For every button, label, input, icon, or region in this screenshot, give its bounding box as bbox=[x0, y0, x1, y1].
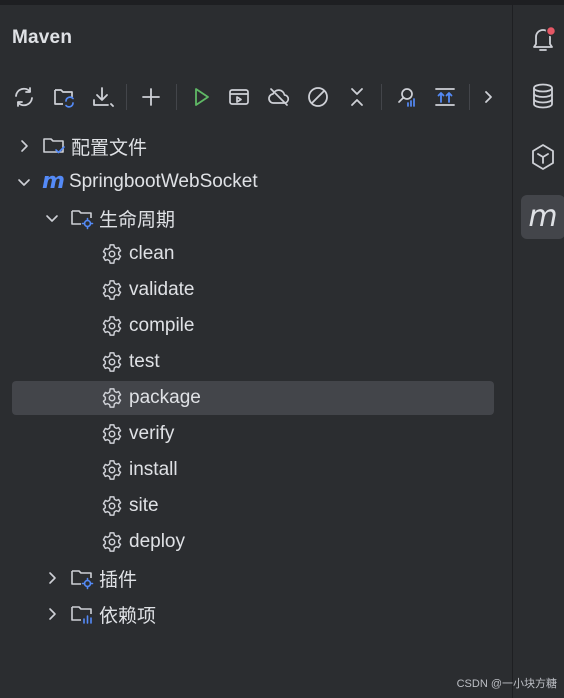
goal-item-verify[interactable]: verify bbox=[100, 417, 492, 451]
goal-label: test bbox=[129, 351, 160, 372]
gear-icon bbox=[100, 494, 124, 518]
gear-icon bbox=[100, 350, 124, 374]
collapse-icon[interactable] bbox=[341, 78, 373, 116]
skip-tests-icon[interactable] bbox=[302, 78, 334, 116]
show-deps-icon[interactable] bbox=[429, 78, 461, 116]
run-icon[interactable] bbox=[185, 78, 217, 116]
gear-icon bbox=[100, 530, 124, 554]
lifecycle-folder-icon bbox=[70, 206, 94, 230]
config-folder-icon bbox=[42, 134, 66, 158]
notifications-icon[interactable] bbox=[521, 17, 564, 61]
tree-node-config-files[interactable]: 配置文件 bbox=[16, 129, 496, 163]
goal-label: site bbox=[129, 495, 159, 516]
tree-node-label: SpringbootWebSocket bbox=[68, 171, 258, 192]
tree-node-lifecycle[interactable]: 生命周期 bbox=[44, 201, 496, 235]
database-icon[interactable] bbox=[521, 74, 564, 118]
maven-project-icon: m bbox=[42, 169, 65, 194]
gear-icon bbox=[100, 386, 124, 410]
download-icon[interactable] bbox=[86, 78, 118, 116]
goal-label: clean bbox=[129, 243, 175, 264]
maven-toolbar bbox=[0, 78, 512, 116]
tree-node-project[interactable]: m SpringbootWebSocket bbox=[16, 165, 496, 199]
gear-icon bbox=[100, 458, 124, 482]
toolbar-separator bbox=[126, 84, 127, 110]
chevron-down-icon[interactable] bbox=[44, 210, 60, 226]
goal-item-install[interactable]: install bbox=[100, 453, 492, 487]
toolbar-separator bbox=[469, 84, 470, 110]
gear-icon bbox=[100, 242, 124, 266]
reload-folder-icon[interactable] bbox=[48, 78, 80, 116]
goal-item-clean[interactable]: clean bbox=[100, 237, 492, 271]
goal-item-compile[interactable]: compile bbox=[100, 309, 492, 343]
offline-icon[interactable] bbox=[263, 78, 295, 116]
toolbar-separator bbox=[176, 84, 177, 110]
watermark: CSDN @一小块方糖 bbox=[456, 678, 557, 690]
goal-label: compile bbox=[129, 315, 195, 336]
goal-label: deploy bbox=[129, 531, 185, 552]
analyze-icon[interactable] bbox=[390, 78, 422, 116]
goal-item-validate[interactable]: validate bbox=[100, 273, 492, 307]
chevron-right-icon[interactable] bbox=[44, 606, 60, 622]
tree-node-label: 配置文件 bbox=[71, 137, 148, 159]
chevron-right-icon[interactable] bbox=[16, 138, 32, 154]
maven-tool-window: Maven 配置文件 m SpringbootWebSocket 生命周期 cl… bbox=[0, 5, 512, 698]
chevron-right-icon[interactable] bbox=[44, 570, 60, 586]
goal-item-deploy[interactable]: deploy bbox=[100, 525, 492, 559]
tree-node-dependencies[interactable]: 依赖项 bbox=[44, 597, 496, 631]
right-tool-strip: m bbox=[512, 5, 564, 698]
goal-item-package[interactable]: package bbox=[12, 381, 494, 415]
gear-icon bbox=[100, 422, 124, 446]
chevron-down-icon[interactable] bbox=[16, 174, 32, 190]
toolbar-separator bbox=[381, 84, 382, 110]
reload-icon[interactable] bbox=[8, 78, 40, 116]
ai-assistant-icon[interactable] bbox=[521, 135, 564, 179]
tree-node-plugins[interactable]: 插件 bbox=[44, 561, 496, 595]
tree-node-label: 依赖项 bbox=[99, 605, 157, 627]
more-icon[interactable] bbox=[472, 78, 504, 116]
gear-icon bbox=[100, 314, 124, 338]
goal-label: install bbox=[129, 459, 178, 480]
panel-title: Maven bbox=[12, 27, 73, 48]
goal-label: verify bbox=[129, 423, 175, 444]
add-icon[interactable] bbox=[135, 78, 167, 116]
goal-item-test[interactable]: test bbox=[100, 345, 492, 379]
goal-item-site[interactable]: site bbox=[100, 489, 492, 523]
goal-label: package bbox=[129, 387, 201, 408]
gear-icon bbox=[100, 278, 124, 302]
tree-node-label: 生命周期 bbox=[99, 209, 176, 231]
execute-goal-icon[interactable] bbox=[223, 78, 255, 116]
plugins-folder-icon bbox=[70, 566, 94, 590]
tree-node-label: 插件 bbox=[99, 569, 138, 591]
maven-icon[interactable]: m bbox=[521, 195, 564, 239]
goal-label: validate bbox=[129, 279, 195, 300]
maven-glyph: m bbox=[528, 199, 558, 234]
dependencies-folder-icon bbox=[70, 602, 94, 626]
